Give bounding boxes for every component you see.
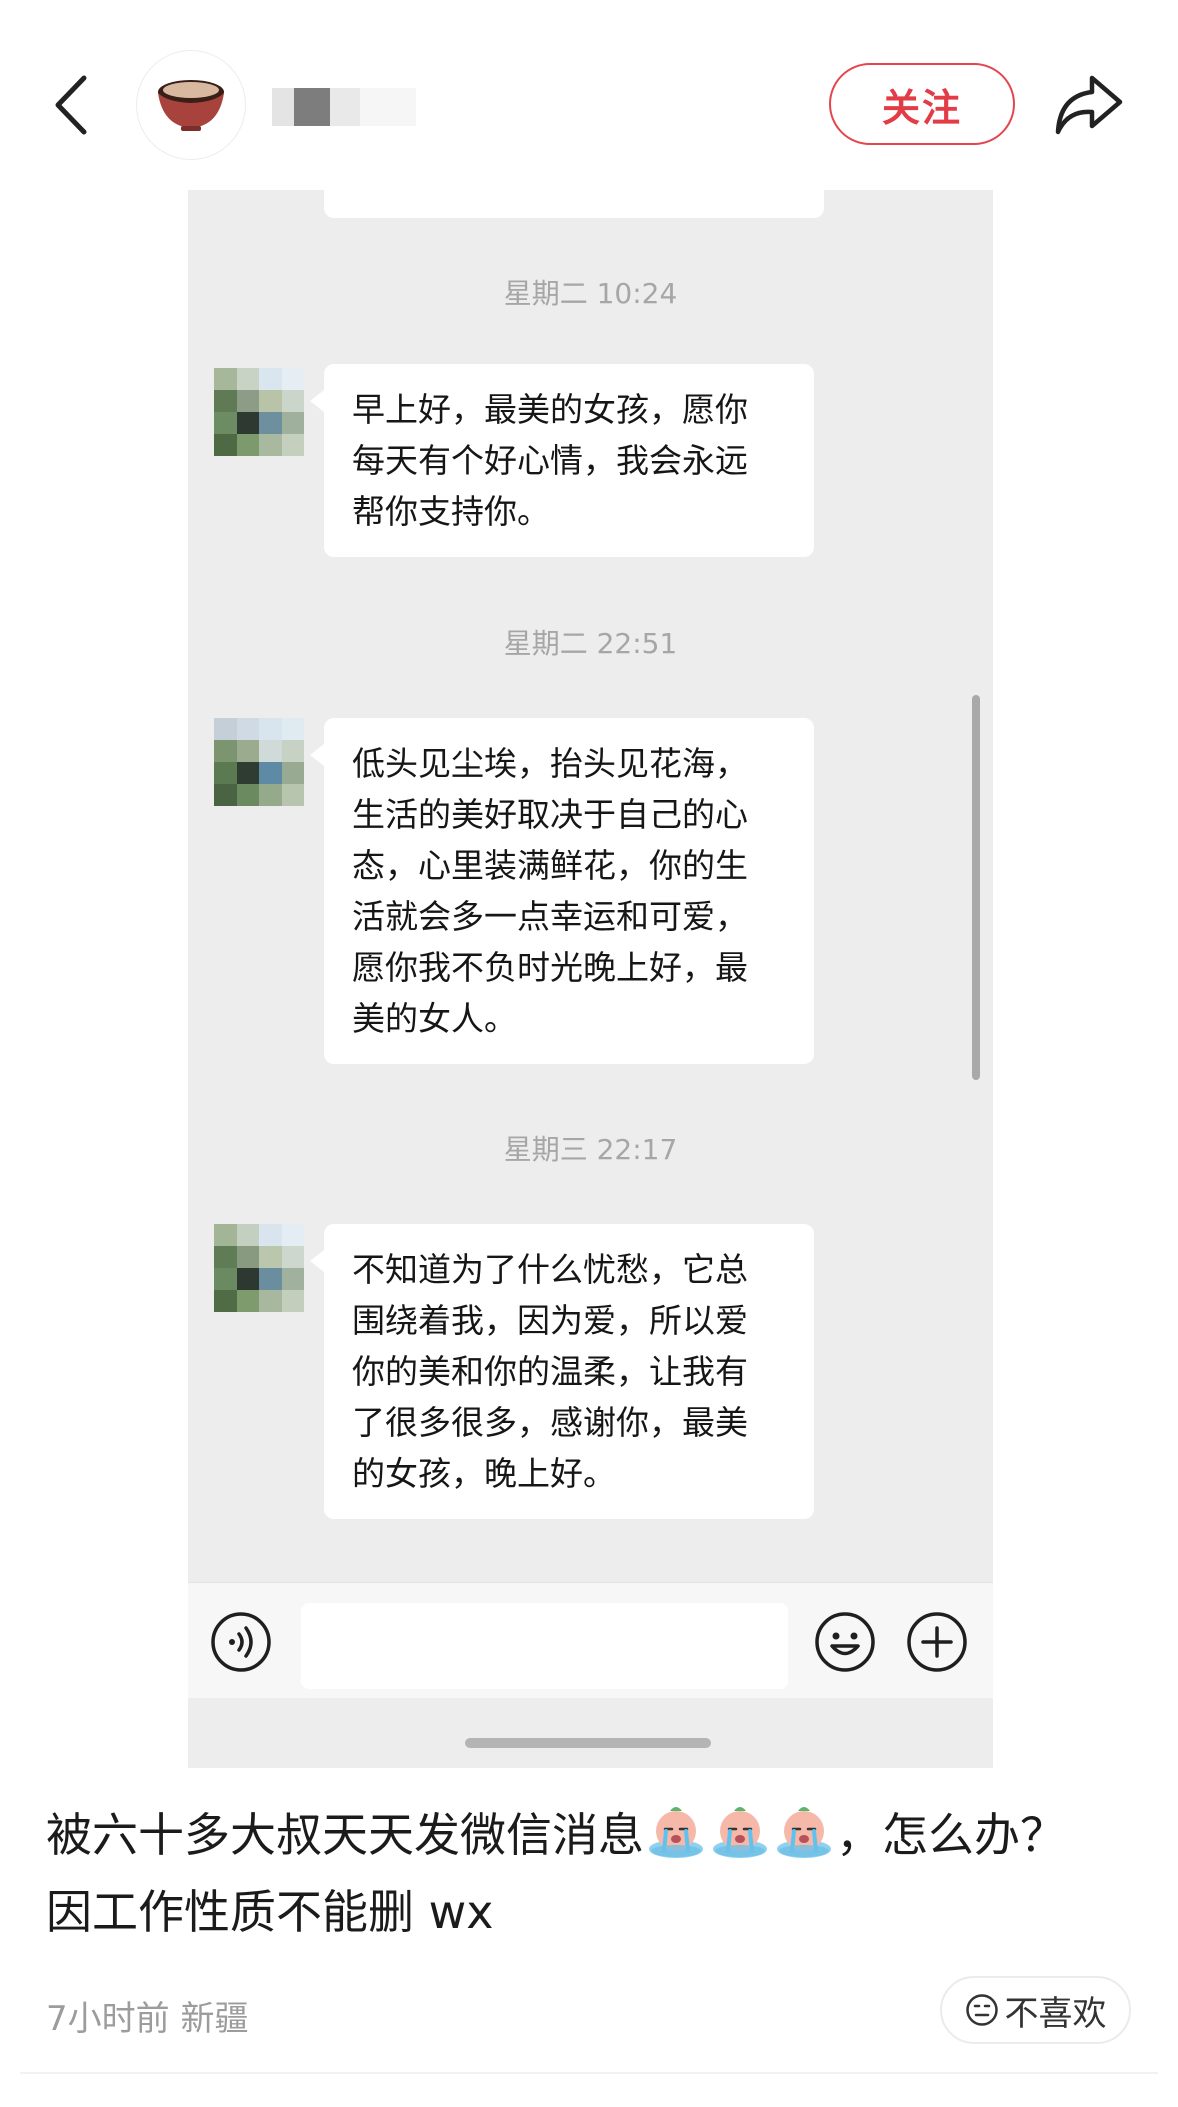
voice-icon	[211, 1612, 271, 1672]
crying-emoji-icon	[649, 1807, 703, 1858]
message-timestamp: 星期二 10:24	[503, 277, 678, 310]
post-title-text: ，怎么办？	[836, 1808, 1066, 1862]
author-avatar[interactable]	[136, 50, 246, 160]
message-timestamp: 星期二 22:51	[503, 627, 678, 660]
chevron-left-icon	[55, 75, 87, 135]
divider	[20, 2072, 1158, 2074]
dislike-button[interactable]: 不喜欢	[940, 1976, 1131, 2044]
dislike-label: 不喜欢	[1004, 1993, 1107, 2034]
post-title: 被六十多大叔天天发微信消息 ，怎么办？ 因工作性质不能删 wx	[46, 1797, 1156, 1951]
message-bubble[interactable]: 早上好，最美的女孩，愿你 每天有个好心情，我会永远 帮你支持你。	[310, 364, 814, 557]
share-arrow-icon	[1055, 75, 1123, 135]
frown-face-icon	[965, 1994, 998, 2026]
follow-button[interactable]: 关注	[829, 63, 1015, 145]
sender-avatar	[214, 718, 304, 806]
author-name-redacted	[272, 78, 416, 136]
message-input[interactable]	[301, 1603, 788, 1689]
back-button[interactable]	[48, 72, 98, 138]
post-title-text: 因工作性质不能删 wx	[46, 1885, 494, 1939]
sender-avatar	[214, 368, 304, 456]
more-button[interactable]	[906, 1611, 968, 1673]
crying-emoji-icon	[713, 1807, 767, 1858]
previous-message-bubble	[324, 190, 824, 218]
top-bar: 关注	[0, 0, 1178, 200]
chat-input-bar	[188, 1582, 993, 1698]
message-timestamp: 星期三 22:17	[503, 1133, 678, 1166]
crying-emoji-icon	[777, 1807, 831, 1858]
message-bubble[interactable]: 低头见尘埃，抬头见花海， 生活的美好取决于自己的心 态，心里装满鲜花，你的生 活…	[310, 718, 814, 1064]
smiley-icon	[815, 1612, 875, 1672]
home-indicator	[465, 1738, 711, 1748]
voice-button[interactable]	[210, 1611, 272, 1673]
bowl-icon	[158, 80, 224, 131]
message-bubble[interactable]: 不知道为了什么忧愁，它总 围绕着我，因为爱，所以爱 你的美和你的温柔，让我有 了…	[310, 1224, 814, 1519]
message-text: 低头见尘埃，抬头见花海， 生活的美好取决于自己的心 态，心里装满鲜花，你的生 活…	[352, 744, 748, 1038]
plus-circle-icon	[907, 1612, 967, 1672]
post-title-text: 被六十多大叔天天发微信消息	[46, 1808, 644, 1862]
message-text: 早上好，最美的女孩，愿你 每天有个好心情，我会永远 帮你支持你。	[352, 390, 748, 531]
chat-screenshot: 星期二 10:24 早上好，最美的女孩，愿你 每天有个好心情，我会永远 帮你支持…	[188, 190, 993, 1768]
post-meta: 7小时前 新疆	[46, 1999, 249, 2039]
sender-avatar	[214, 1224, 304, 1312]
scrollbar[interactable]	[972, 695, 980, 1080]
message-text: 不知道为了什么忧愁，它总 围绕着我，因为爱，所以爱 你的美和你的温柔，让我有 了…	[352, 1250, 748, 1493]
emoji-button[interactable]	[814, 1611, 876, 1673]
share-button[interactable]	[1052, 70, 1124, 140]
